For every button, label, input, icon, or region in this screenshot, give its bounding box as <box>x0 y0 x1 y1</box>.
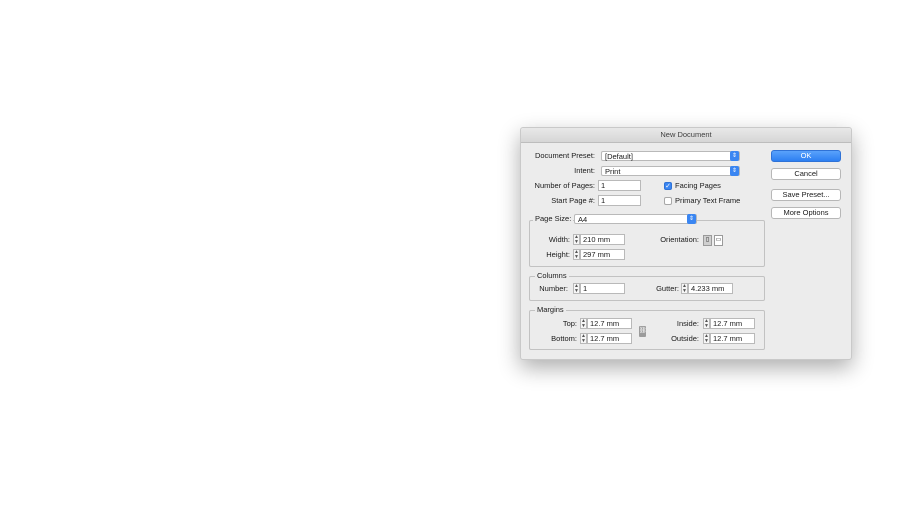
gutter-label: Gutter: <box>656 284 679 293</box>
primary-text-frame-label: Primary Text Frame <box>675 196 741 205</box>
page-size-select[interactable]: A4 ⇕ <box>574 214 697 224</box>
margin-bottom-field[interactable]: 12.7 mm <box>587 333 632 344</box>
number-of-pages-field[interactable]: 1 <box>598 180 641 191</box>
new-document-dialog: New Document Document Preset: [Default] … <box>520 127 852 360</box>
page-size-value: A4 <box>578 215 588 224</box>
width-stepper[interactable]: ▲ ▼ <box>573 234 580 245</box>
portrait-orientation-button[interactable]: ▯ <box>703 235 712 246</box>
width-field[interactable]: 210 mm <box>580 234 625 245</box>
margin-bottom-label: Bottom: <box>551 334 577 343</box>
document-preset-select[interactable]: [Default] ⇕ <box>601 151 740 161</box>
intent-select[interactable]: Print ⇕ <box>601 166 740 176</box>
chevron-updown-icon: ⇕ <box>730 166 739 176</box>
portrait-page-icon: ▯ <box>705 237 710 243</box>
ok-button[interactable]: OK <box>771 150 841 162</box>
height-field[interactable]: 297 mm <box>580 249 625 260</box>
facing-pages-label: Facing Pages <box>675 181 721 190</box>
columns-number-field[interactable]: 1 <box>580 283 625 294</box>
landscape-orientation-button[interactable]: ▭ <box>714 235 723 246</box>
landscape-page-icon: ▭ <box>715 237 722 243</box>
margin-bottom-stepper[interactable]: ▲ ▼ <box>580 333 587 344</box>
orientation-label: Orientation: <box>660 235 699 244</box>
cancel-button[interactable]: Cancel <box>771 168 841 180</box>
more-options-button[interactable]: More Options <box>771 207 841 219</box>
columns-title: Columns <box>535 271 569 281</box>
margin-top-stepper[interactable]: ▲ ▼ <box>580 318 587 329</box>
facing-pages-checkbox[interactable]: ✓ <box>664 182 672 190</box>
chevron-updown-icon: ⇕ <box>687 214 696 224</box>
margin-top-label: Top: <box>562 319 577 328</box>
start-page-field[interactable]: 1 <box>598 195 641 206</box>
height-stepper[interactable]: ▲ ▼ <box>573 249 580 260</box>
page-size-label: Page Size: <box>533 214 574 224</box>
columns-number-label: Number: <box>539 284 568 293</box>
margin-outside-field[interactable]: 12.7 mm <box>710 333 755 344</box>
width-label: Width: <box>548 235 570 244</box>
document-preset-label: Document Preset: <box>534 151 595 160</box>
gutter-stepper[interactable]: ▲ ▼ <box>681 283 688 294</box>
margin-outside-stepper[interactable]: ▲ ▼ <box>703 333 710 344</box>
margin-outside-label: Outside: <box>671 334 699 343</box>
link-margins-icon[interactable]: ⛓ <box>639 326 647 337</box>
number-of-pages-label: Number of Pages: <box>534 181 595 190</box>
intent-label: Intent: <box>574 166 595 175</box>
checkmark-icon: ✓ <box>665 183 671 190</box>
margins-title: Margins <box>535 305 566 315</box>
gutter-field[interactable]: 4.233 mm <box>688 283 733 294</box>
margin-top-field[interactable]: 12.7 mm <box>587 318 632 329</box>
save-preset-button[interactable]: Save Preset... <box>771 189 841 201</box>
start-page-label: Start Page #: <box>551 196 595 205</box>
intent-value: Print <box>605 167 621 176</box>
columns-number-stepper[interactable]: ▲ ▼ <box>573 283 580 294</box>
margin-inside-stepper[interactable]: ▲ ▼ <box>703 318 710 329</box>
document-preset-value: [Default] <box>605 152 633 161</box>
primary-text-frame-checkbox[interactable] <box>664 197 672 205</box>
height-label: Height: <box>546 250 570 259</box>
chevron-updown-icon: ⇕ <box>730 151 739 161</box>
margin-inside-field[interactable]: 12.7 mm <box>710 318 755 329</box>
margin-inside-label: Inside: <box>676 319 699 328</box>
dialog-title: New Document <box>521 128 851 143</box>
